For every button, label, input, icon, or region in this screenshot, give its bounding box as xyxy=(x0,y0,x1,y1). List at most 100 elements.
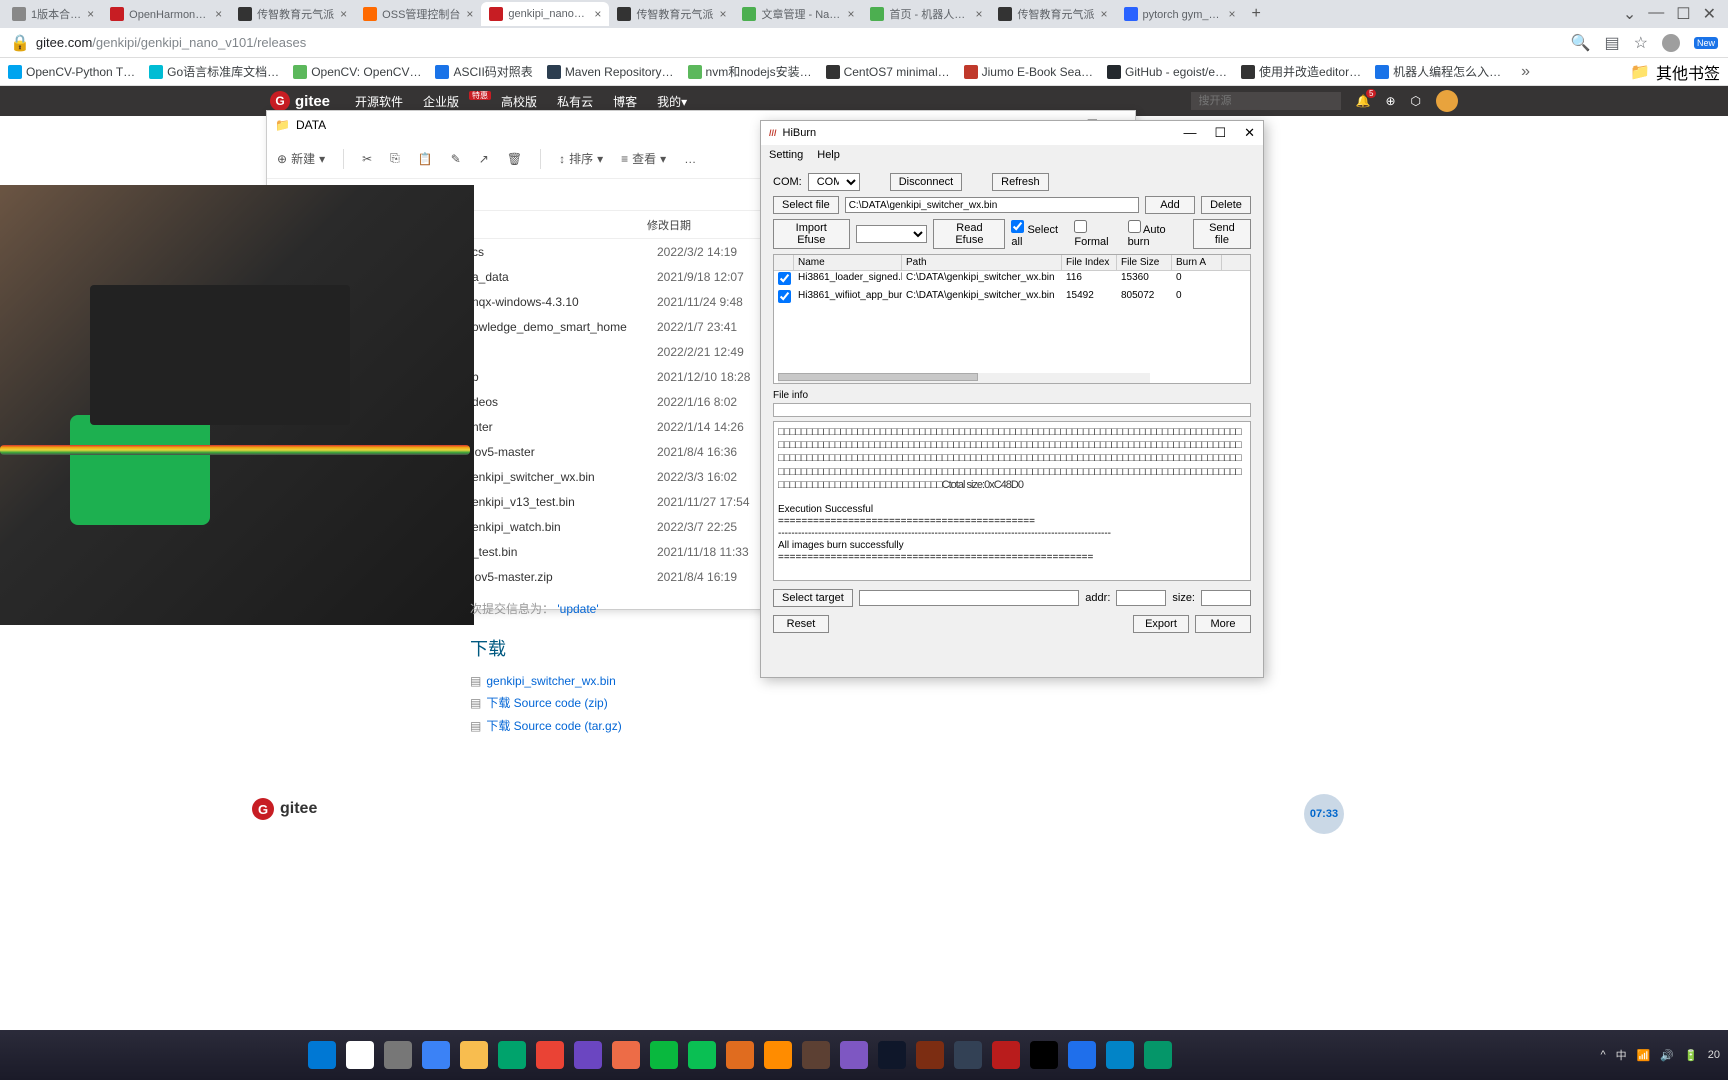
browser-tab[interactable]: 首页 - 机器人研究…× xyxy=(862,2,990,26)
download-link[interactable]: ▤下载 Source code (tar.gz) xyxy=(470,714,870,737)
plus-icon[interactable]: ⊕ xyxy=(1385,94,1395,108)
browser-tab[interactable]: OSS管理控制台× xyxy=(355,2,481,26)
row-checkbox[interactable] xyxy=(774,271,794,289)
taskbar-app-icon[interactable] xyxy=(802,1041,830,1069)
select-all-checkbox[interactable]: Select all xyxy=(1011,220,1068,248)
bookmark-item[interactable]: OpenCV-Python T… xyxy=(8,63,135,80)
taskbar-app-icon[interactable] xyxy=(954,1041,982,1069)
taskbar-app-icon[interactable] xyxy=(650,1041,678,1069)
taskbar-app-icon[interactable] xyxy=(840,1041,868,1069)
taskbar-app-icon[interactable] xyxy=(878,1041,906,1069)
star-icon[interactable]: ☆ xyxy=(1634,33,1648,53)
header-check[interactable] xyxy=(774,255,794,270)
bookmark-item[interactable]: 使用并改造editor… xyxy=(1241,63,1361,80)
taskbar-app-icon[interactable] xyxy=(916,1041,944,1069)
browser-tab[interactable]: 1版本合…× xyxy=(4,2,102,26)
read-efuse-button[interactable]: Read Efuse xyxy=(933,219,1005,249)
new-tab-button[interactable]: + xyxy=(1244,5,1269,23)
tab-close-icon[interactable]: × xyxy=(719,7,726,21)
url-text[interactable]: gitee.com/genkipi/genkipi_nano_v101/rele… xyxy=(36,35,306,50)
taskbar-app-icon[interactable] xyxy=(1068,1041,1096,1069)
new-button[interactable]: ⊕新建 ▾ xyxy=(277,150,325,167)
header-name[interactable]: Name xyxy=(794,255,902,270)
close-icon[interactable]: ✕ xyxy=(1703,4,1716,24)
volume-icon[interactable]: 🔊 xyxy=(1660,1049,1674,1062)
new-badge[interactable]: New xyxy=(1694,37,1718,49)
row-checkbox[interactable] xyxy=(774,289,794,307)
maximize-icon[interactable]: ☐ xyxy=(1676,4,1690,24)
browser-tab[interactable]: 传智教育元气派× xyxy=(230,2,355,26)
gitee-nav-item[interactable]: 私有云 xyxy=(557,93,593,110)
bookmark-item[interactable]: GitHub - egoist/e… xyxy=(1107,63,1227,80)
reader-icon[interactable]: ▤ xyxy=(1605,33,1620,53)
bookmark-item[interactable]: nvm和nodejs安装… xyxy=(688,63,812,80)
tab-close-icon[interactable]: × xyxy=(215,7,222,21)
scrollbar-thumb[interactable] xyxy=(778,373,978,381)
wifi-icon[interactable]: 📶 xyxy=(1637,1049,1651,1062)
copy-icon[interactable]: ⎘ xyxy=(390,151,400,166)
addr-input[interactable] xyxy=(1116,590,1166,606)
taskbar-app-icon[interactable] xyxy=(992,1041,1020,1069)
bookmarks-overflow[interactable]: » xyxy=(1521,63,1530,81)
minimize-icon[interactable]: — xyxy=(1648,4,1664,24)
taskbar-app-icon[interactable] xyxy=(1144,1041,1172,1069)
taskbar-app-icon[interactable] xyxy=(498,1041,526,1069)
select-target-button[interactable]: Select target xyxy=(773,589,853,607)
rename-icon[interactable]: ✎ xyxy=(451,152,461,166)
gitee-footer-logo[interactable]: G gitee xyxy=(252,798,317,820)
taskbar-app-icon[interactable] xyxy=(384,1041,412,1069)
send-file-button[interactable]: Send file xyxy=(1193,219,1251,249)
browser-tab[interactable]: 传智教育元气派× xyxy=(990,2,1115,26)
taskbar-app-icon[interactable] xyxy=(1030,1041,1058,1069)
view-button[interactable]: ≡ 查看 ▾ xyxy=(621,150,666,167)
taskbar-app-icon[interactable] xyxy=(422,1041,450,1069)
browser-tab[interactable]: 文章管理 - Nacc…× xyxy=(734,2,862,26)
gitee-nav-item[interactable]: 开源软件 xyxy=(355,93,403,110)
user-avatar[interactable] xyxy=(1436,90,1458,112)
select-file-button[interactable]: Select file xyxy=(773,196,839,214)
pip-timer[interactable]: 07:33 xyxy=(1304,794,1344,834)
browser-tab[interactable]: pytorch gym_百…× xyxy=(1116,2,1244,26)
log-output[interactable]: □□□□□□□□□□□□□□□□□□□□□□□□□□□□□□□□□□□□□□□□… xyxy=(773,421,1251,581)
taskbar-app-icon[interactable] xyxy=(308,1041,336,1069)
browser-tab[interactable]: genkipi_nano_v1…× xyxy=(481,2,609,26)
bookmark-item[interactable]: CentOS7 minimal… xyxy=(826,63,950,80)
gitee-nav-item[interactable]: 博客 xyxy=(613,93,637,110)
refresh-button[interactable]: Refresh xyxy=(992,173,1049,191)
table-row[interactable]: Hi3861_loader_signed.binC:\DATA\genkipi_… xyxy=(774,271,1250,289)
horizontal-scrollbar[interactable] xyxy=(778,373,1150,383)
header-file-size[interactable]: File Size xyxy=(1117,255,1172,270)
header-path[interactable]: Path xyxy=(902,255,1062,270)
taskbar-app-icon[interactable] xyxy=(1106,1041,1134,1069)
notification-icon[interactable]: 🔔5 xyxy=(1356,94,1371,108)
com-select[interactable]: COM3 xyxy=(808,173,860,191)
maximize-icon[interactable]: ☐ xyxy=(1214,125,1226,141)
search-input[interactable] xyxy=(1191,92,1341,110)
share-icon[interactable]: ↗ xyxy=(479,152,489,166)
tab-close-icon[interactable]: × xyxy=(466,7,473,21)
commit-message[interactable]: 'update' xyxy=(557,602,598,616)
bookmark-item[interactable]: 机器人编程怎么入… xyxy=(1375,63,1501,80)
chevron-down-icon[interactable]: ⌄ xyxy=(1623,4,1636,24)
cut-icon[interactable]: ✂ xyxy=(362,152,372,166)
minimize-icon[interactable]: — xyxy=(1183,125,1196,141)
browser-tab[interactable]: OpenHarmony开…× xyxy=(102,2,230,26)
ime-indicator[interactable]: 中 xyxy=(1616,1047,1627,1063)
taskbar-app-icon[interactable] xyxy=(536,1041,564,1069)
tab-close-icon[interactable]: × xyxy=(87,7,94,21)
gitee-nav-item[interactable]: 高校版 xyxy=(501,93,537,110)
menu-setting[interactable]: Setting xyxy=(769,149,803,161)
taskbar-app-icon[interactable] xyxy=(726,1041,754,1069)
reset-button[interactable]: Reset xyxy=(773,615,829,633)
zoom-icon[interactable]: 🔍 xyxy=(1571,33,1591,53)
gitee-logo[interactable]: G gitee xyxy=(270,91,330,111)
formal-checkbox[interactable]: Formal xyxy=(1074,220,1121,248)
export-button[interactable]: Export xyxy=(1133,615,1189,633)
disconnect-button[interactable]: Disconnect xyxy=(890,173,962,191)
bookmark-item[interactable]: Jiumo E-Book Sea… xyxy=(964,63,1093,80)
clock[interactable]: 20 xyxy=(1708,1049,1720,1061)
browser-tab[interactable]: 传智教育元气派× xyxy=(609,2,734,26)
taskbar-app-icon[interactable] xyxy=(460,1041,488,1069)
bookmark-item[interactable]: OpenCV: OpenCV… xyxy=(293,63,421,80)
tab-close-icon[interactable]: × xyxy=(594,7,601,21)
